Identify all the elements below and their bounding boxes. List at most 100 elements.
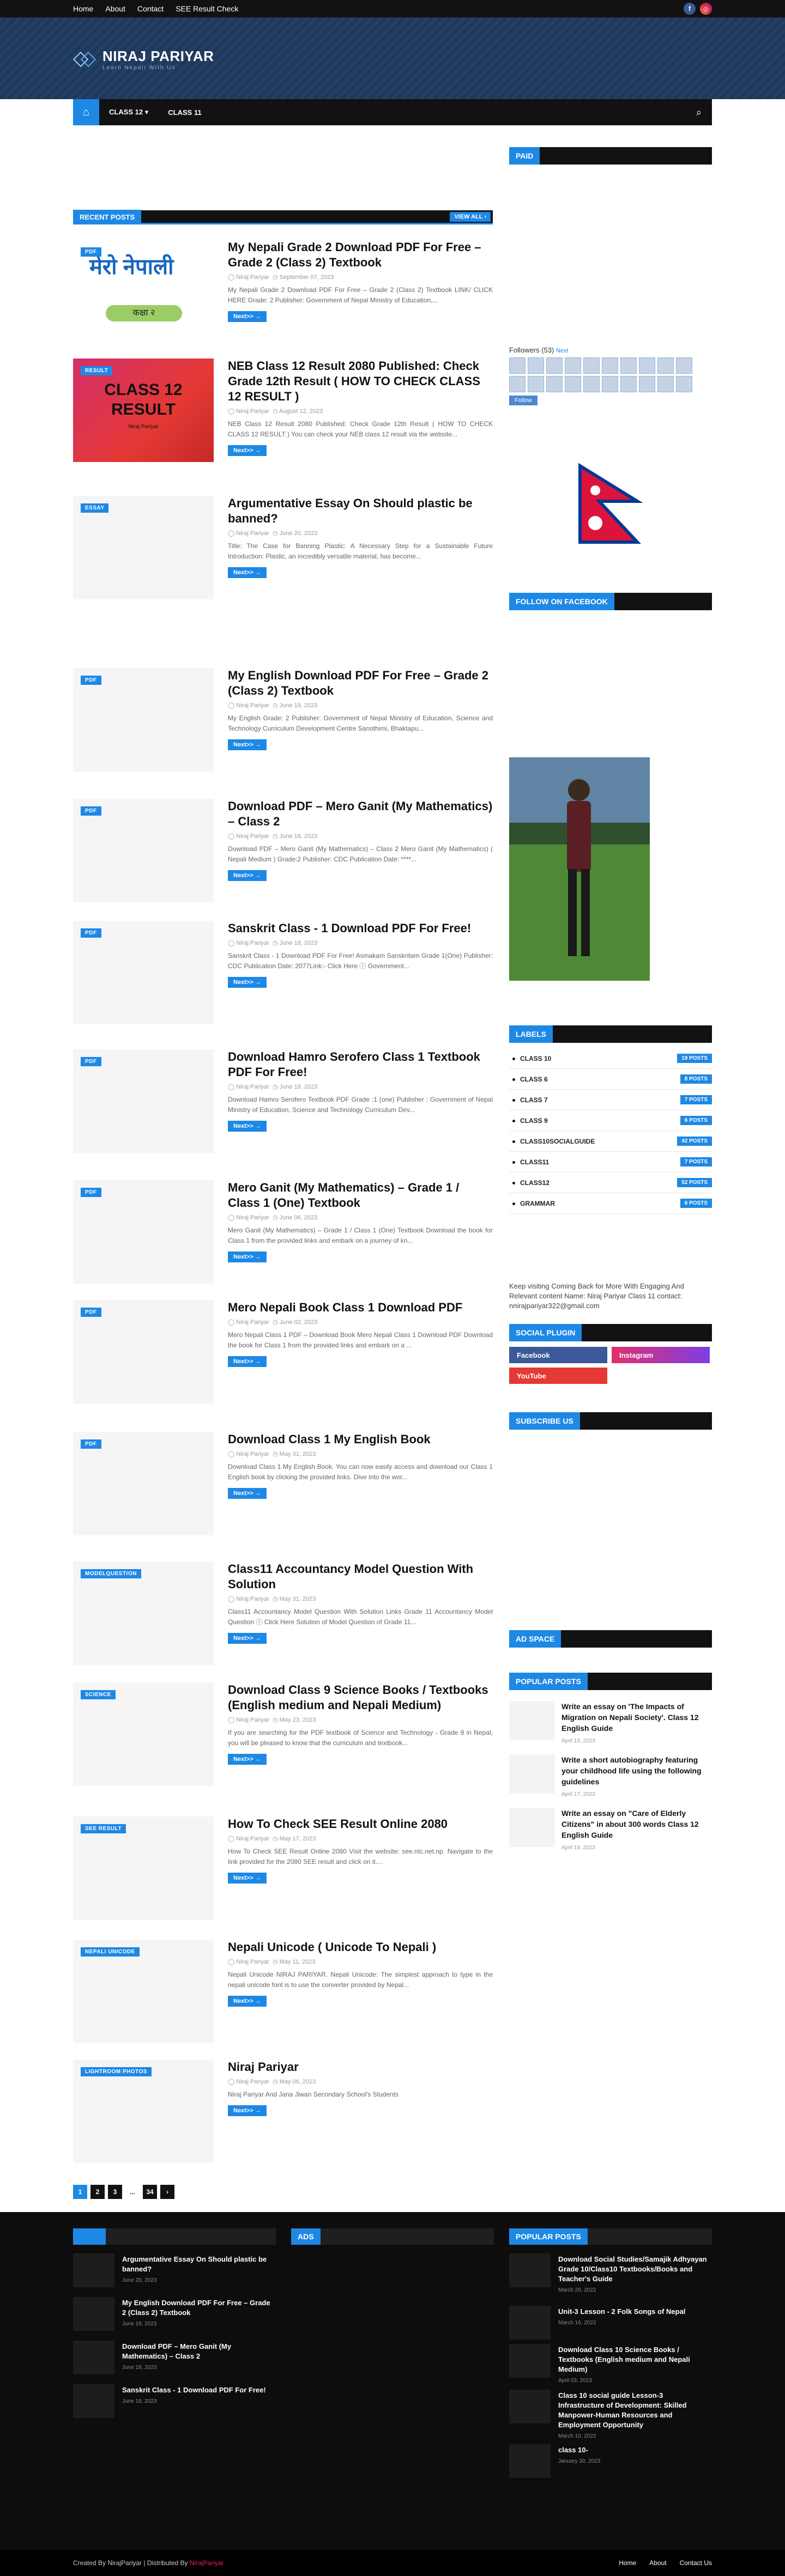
top-link-see-result[interactable]: SEE Result Check	[176, 4, 238, 13]
footer-popular-post[interactable]: Download Social Studies/Samajik Adhyayan…	[509, 2253, 712, 2293]
post-title[interactable]: Download PDF – Mero Ganit (My Mathematic…	[228, 799, 493, 829]
facebook-icon[interactable]: f	[684, 3, 696, 15]
follower-avatar[interactable]	[676, 376, 692, 392]
social-youtube-button[interactable]: YouTube	[509, 1368, 607, 1384]
post-thumbnail[interactable]: MODELQUESTION	[73, 1562, 214, 1665]
popular-post-thumbnail[interactable]	[509, 1754, 555, 1794]
read-more-button[interactable]: Next>> →	[228, 567, 267, 578]
distributor-link[interactable]: NirajPariyar	[190, 2559, 224, 2567]
nav-item-class-11[interactable]: CLASS 11	[158, 108, 211, 117]
label-item[interactable]: CLASS 7 7 POSTS	[509, 1090, 712, 1110]
follow-button[interactable]: Follow	[509, 396, 538, 405]
social-facebook-button[interactable]: Facebook	[509, 1347, 607, 1363]
follower-avatar[interactable]	[528, 376, 544, 392]
popular-post-thumbnail[interactable]	[509, 1808, 555, 1847]
post-category-badge[interactable]: RESULT	[81, 366, 113, 375]
home-icon[interactable]: ⌂	[73, 99, 99, 125]
footer-popular-post[interactable]: Unit-3 Lesson - 2 Folk Songs of Nepal Mar…	[509, 2306, 712, 2344]
nav-item-class-12[interactable]: CLASS 12 ▾	[99, 108, 158, 117]
follower-avatar[interactable]	[583, 357, 600, 374]
post-thumbnail[interactable]: SCIENCE	[73, 1682, 214, 1786]
follower-avatar[interactable]	[620, 357, 637, 374]
read-more-button[interactable]: Next>> →	[228, 977, 267, 988]
footer-post-title[interactable]: Unit-3 Lesson - 2 Folk Songs of Nepal	[558, 2307, 685, 2316]
read-more-button[interactable]: Next>> →	[228, 311, 267, 322]
post-title[interactable]: Argumentative Essay On Should plastic be…	[228, 496, 493, 526]
page-1[interactable]: 1	[73, 2185, 87, 2199]
popular-post[interactable]: Write an essay on 'The Impacts of Migrat…	[509, 1701, 712, 1745]
post-title[interactable]: NEB Class 12 Result 2080 Published: Chec…	[228, 359, 493, 404]
label-item[interactable]: CLASS11 7 POSTS	[509, 1152, 712, 1172]
footer-post-thumbnail[interactable]	[73, 2253, 114, 2287]
post-thumbnail[interactable]: PDF	[73, 668, 214, 771]
label-item[interactable]: CLASS 9 6 POSTS	[509, 1110, 712, 1131]
label-item[interactable]: CLASS12 52 POSTS	[509, 1172, 712, 1193]
popular-post[interactable]: Write an essay on "Care of Elderly Citiz…	[509, 1808, 712, 1851]
post-category-badge[interactable]: LIGHTROOM PHOTOS	[81, 2067, 152, 2076]
post-category-badge[interactable]: PDF	[81, 1057, 101, 1066]
footer-post-title[interactable]: Download PDF – Mero Ganit (My Mathematic…	[122, 2342, 231, 2360]
post-category-badge[interactable]: PDF	[81, 928, 101, 938]
top-link-home[interactable]: Home	[73, 4, 93, 13]
read-more-button[interactable]: Next>> →	[228, 2105, 267, 2116]
footer-post-thumbnail[interactable]	[509, 2444, 551, 2478]
follower-avatar[interactable]	[676, 357, 692, 374]
site-logo[interactable]: NIRAJ PARIYAR Learn Nepali With Us	[73, 48, 214, 71]
post-title[interactable]: Class11 Accountancy Model Question With …	[228, 1562, 493, 1592]
read-more-button[interactable]: Next>> →	[228, 1121, 267, 1132]
follower-avatar[interactable]	[602, 357, 618, 374]
post-thumbnail[interactable]: NEPALI UNICODE	[73, 1940, 214, 2043]
follower-avatar[interactable]	[546, 376, 563, 392]
search-icon[interactable]: ⌕	[686, 99, 712, 125]
follower-avatar[interactable]	[583, 376, 600, 392]
post-title[interactable]: Download Class 1 My English Book	[228, 1432, 493, 1447]
footer-post-thumbnail[interactable]	[509, 2390, 551, 2423]
read-more-button[interactable]: Next>> →	[228, 445, 267, 456]
footer-popular-post[interactable]: Class 10 social guide Lesson-3 Infrastru…	[509, 2390, 712, 2439]
post-title[interactable]: My Nepali Grade 2 Download PDF For Free …	[228, 240, 493, 270]
read-more-button[interactable]: Next>> →	[228, 1633, 267, 1644]
footer-post-thumbnail[interactable]	[509, 2344, 551, 2378]
footer-post-thumbnail[interactable]	[509, 2253, 551, 2287]
post-title[interactable]: How To Check SEE Result Online 2080	[228, 1816, 493, 1832]
post-thumbnail[interactable]: PDF	[73, 1432, 214, 1535]
follower-avatar[interactable]	[509, 376, 526, 392]
post-title[interactable]: Mero Ganit (My Mathematics) – Grade 1 / …	[228, 1180, 493, 1211]
footer-popular-post[interactable]: Download Class 10 Science Books / Textbo…	[509, 2344, 712, 2384]
follower-avatar[interactable]	[657, 376, 674, 392]
post-category-badge[interactable]: PDF	[81, 1308, 101, 1317]
follower-avatar[interactable]	[620, 376, 637, 392]
read-more-button[interactable]: Next>> →	[228, 1251, 267, 1262]
read-more-button[interactable]: Next>> →	[228, 1356, 267, 1367]
post-category-badge[interactable]: SCIENCE	[81, 1690, 116, 1699]
popular-post-title[interactable]: Write an essay on "Care of Elderly Citiz…	[561, 1809, 699, 1839]
follower-avatar[interactable]	[565, 376, 581, 392]
footer-recent-post[interactable]: Download PDF – Mero Ganit (My Mathematic…	[73, 2341, 276, 2379]
post-thumbnail[interactable]: CLASS 12 RESULT Niraj Pariyar RESULT	[73, 359, 214, 462]
read-more-button[interactable]: Next>> →	[228, 870, 267, 881]
post-title[interactable]: Sanskrit Class - 1 Download PDF For Free…	[228, 921, 493, 936]
post-title[interactable]: Download Hamro Serofero Class 1 Textbook…	[228, 1049, 493, 1080]
read-more-button[interactable]: Next>> →	[228, 1754, 267, 1765]
post-thumbnail[interactable]: PDF	[73, 1300, 214, 1404]
footer-post-title[interactable]: Class 10 social guide Lesson-3 Infrastru…	[558, 2391, 687, 2429]
post-thumbnail[interactable]: PDF	[73, 921, 214, 1024]
footer-post-title[interactable]: My English Download PDF For Free – Grade…	[122, 2299, 270, 2317]
footer-link-home[interactable]: Home	[619, 2559, 636, 2567]
footer-recent-post[interactable]: Sanskrit Class - 1 Download PDF For Free…	[73, 2384, 276, 2422]
footer-recent-post[interactable]: Argumentative Essay On Should plastic be…	[73, 2253, 276, 2292]
footer-recent-post[interactable]: My English Download PDF For Free – Grade…	[73, 2297, 276, 2335]
social-instagram-button[interactable]: Instagram	[612, 1347, 710, 1363]
footer-link-about[interactable]: About	[649, 2559, 666, 2567]
post-thumbnail[interactable]: SEE RESULT	[73, 1816, 214, 1920]
read-more-button[interactable]: Next>> →	[228, 1996, 267, 2007]
post-title[interactable]: Nepali Unicode ( Unicode To Nepali )	[228, 1940, 493, 1955]
footer-post-thumbnail[interactable]	[509, 2306, 551, 2340]
read-more-button[interactable]: Next>> →	[228, 739, 267, 750]
read-more-button[interactable]: Next>> →	[228, 1488, 267, 1499]
post-category-badge[interactable]: SEE RESULT	[81, 1824, 126, 1833]
follower-avatar[interactable]	[546, 357, 563, 374]
post-thumbnail[interactable]: मेरो नेपाली कक्षा २ PDF	[73, 240, 214, 343]
follower-avatar[interactable]	[657, 357, 674, 374]
read-more-button[interactable]: Next>> →	[228, 1873, 267, 1884]
